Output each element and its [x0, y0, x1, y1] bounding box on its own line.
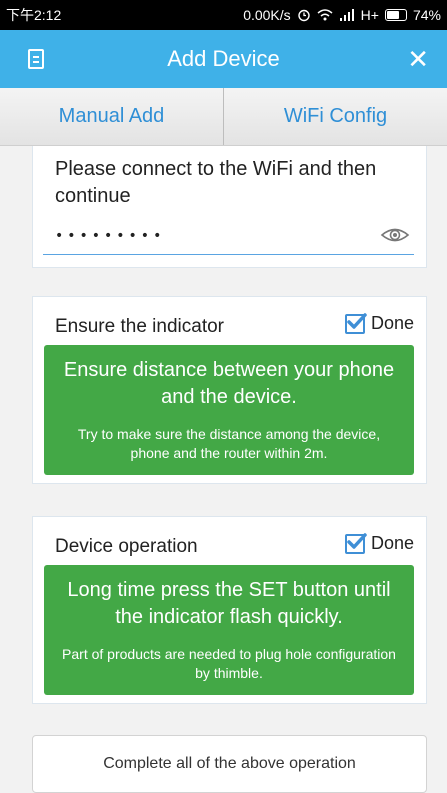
checkbox-checked-icon — [344, 312, 367, 334]
alarm-icon — [297, 9, 310, 22]
status-indicators: 0.00K/s H+ 74% — [243, 7, 441, 23]
close-icon[interactable]: ✕ — [407, 44, 429, 74]
operation-card: Device operation Done Long time press th… — [32, 516, 427, 704]
password-input[interactable] — [55, 224, 255, 248]
network-speed: 0.00K/s — [243, 7, 291, 23]
tab-manual-add[interactable]: Manual Add — [0, 88, 223, 145]
indicator-info-box: Ensure distance between your phone and t… — [44, 345, 414, 475]
battery-icon — [384, 9, 407, 21]
operation-sub-text: Part of products are needed to plug hole… — [62, 646, 396, 681]
checkbox-checked-icon — [344, 532, 367, 554]
wifi-icon — [317, 9, 333, 21]
indicator-main-text: Ensure distance between your phone and t… — [63, 359, 395, 408]
operation-done-checkbox[interactable]: Done — [344, 532, 414, 554]
indicator-card: Ensure the indicator Done Ensure distanc… — [32, 296, 427, 484]
complete-button[interactable]: Complete all of the above operation — [32, 735, 427, 793]
signal-icon — [339, 9, 354, 21]
battery-percent: 74% — [412, 7, 441, 23]
indicator-title: Ensure the indicator — [55, 316, 224, 337]
operation-main-text: Long time press the SET button until the… — [67, 579, 391, 628]
network-type: H+ — [360, 7, 379, 23]
app-bar: Add Device ✕ — [0, 30, 447, 88]
tab-bar: Manual Add WiFi Config — [0, 88, 447, 146]
indicator-done-checkbox[interactable]: Done — [344, 312, 414, 334]
eye-icon[interactable] — [380, 224, 410, 246]
battery-fill — [386, 11, 399, 19]
operation-info-box: Long time press the SET button until the… — [44, 565, 414, 695]
done-label: Done — [370, 533, 414, 553]
wifi-card: Please connect to the WiFi and then cont… — [32, 146, 427, 268]
page-title: Add Device — [167, 46, 280, 71]
operation-title: Device operation — [55, 536, 198, 557]
done-label: Done — [370, 313, 414, 333]
list-icon[interactable] — [28, 49, 44, 69]
password-row — [43, 218, 414, 255]
status-time: 下午2:12 — [6, 7, 62, 23]
status-bar: 下午2:12 0.00K/s H+ 74% — [0, 0, 447, 30]
indicator-sub-text: Try to make sure the distance among the … — [77, 426, 381, 461]
tab-wifi-config[interactable]: WiFi Config — [223, 88, 447, 145]
wifi-prompt: Please connect to the WiFi and then cont… — [55, 158, 377, 207]
